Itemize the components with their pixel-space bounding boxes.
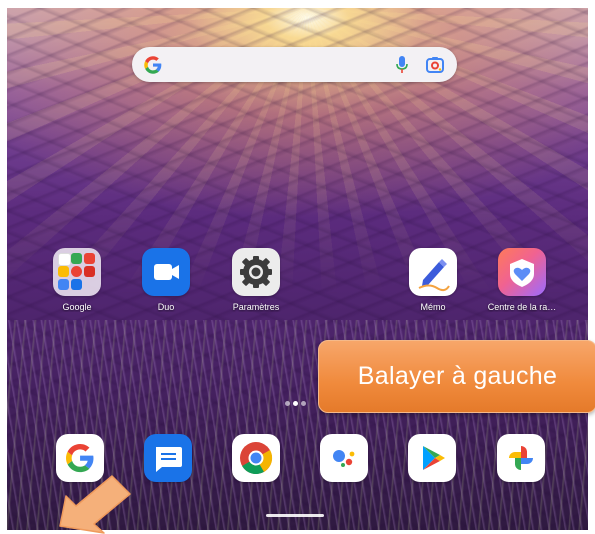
messages-icon [144, 434, 192, 482]
dock-messages[interactable] [128, 434, 208, 482]
maps-mini-icon [71, 253, 82, 264]
dock-play-store[interactable] [392, 434, 472, 482]
assistant-icon [320, 434, 368, 482]
photos-icon [497, 434, 545, 482]
calendar-mini-icon [58, 279, 69, 290]
app-parametres[interactable]: Paramètres [216, 248, 296, 312]
app-label: Paramètres [232, 302, 280, 312]
dock-chrome[interactable] [216, 434, 296, 482]
memo-pen-icon [409, 248, 457, 296]
page-dot [301, 401, 306, 406]
app-label: Mémo [420, 302, 446, 312]
folder-icon [53, 248, 101, 296]
play-store-icon [408, 434, 456, 482]
page-dot [285, 401, 290, 406]
app-label: Google [62, 302, 92, 312]
app-duo[interactable]: Duo [126, 248, 206, 312]
gesture-nav-bar[interactable] [266, 514, 324, 517]
google-g-icon [144, 56, 162, 74]
dock-assistant[interactable] [304, 434, 384, 482]
settings-gear-icon [232, 248, 280, 296]
app-label: Duo [157, 302, 175, 312]
chrome-icon [232, 434, 280, 482]
youtube-mini-icon [84, 253, 95, 264]
google-search-bar[interactable] [132, 47, 457, 82]
arrow-down-left-icon [59, 475, 131, 534]
page-dot-active [293, 401, 298, 406]
app-google-folder[interactable]: Google [37, 248, 117, 312]
microphone-icon[interactable] [395, 56, 409, 74]
drive-mini-icon [58, 266, 69, 277]
play-mini-icon [84, 266, 95, 277]
gmail-mini-icon [58, 253, 71, 266]
app-centre[interactable]: Centre de la ra… [482, 248, 562, 312]
app-memo[interactable]: Mémo [393, 248, 473, 312]
dock-photos[interactable] [481, 434, 561, 482]
contacts-mini-icon [71, 279, 82, 290]
google-lens-icon[interactable] [426, 56, 444, 74]
instruction-callout: Balayer à gauche [318, 340, 595, 413]
duo-icon [142, 248, 190, 296]
page-indicator [285, 393, 309, 411]
app-label: Centre de la ra… [487, 302, 557, 312]
music-mini-icon [71, 266, 82, 277]
heart-shield-icon [498, 248, 546, 296]
